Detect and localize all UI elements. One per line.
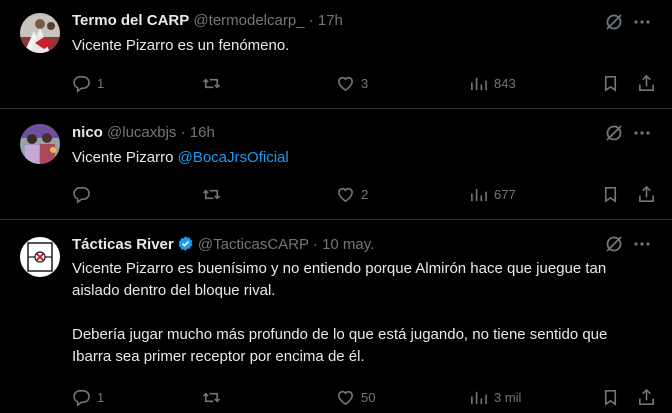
timestamp[interactable]: 16h xyxy=(190,124,215,141)
tweet-text: Vicente Pizarro @BocaJrsOficial xyxy=(72,147,289,169)
tweet-header: nico @lucaxbjs · 16h xyxy=(72,124,215,141)
avatar[interactable] xyxy=(20,13,60,53)
grok-icon[interactable] xyxy=(604,123,624,143)
grok-icon[interactable] xyxy=(604,12,624,32)
reply-count: 1 xyxy=(97,75,105,91)
heart-icon xyxy=(338,187,353,202)
text-body: Vicente Pizarro xyxy=(72,149,178,166)
more-icon[interactable] xyxy=(632,234,652,254)
share-icon xyxy=(639,185,654,202)
tweet-header: Termo del CARP @termodelcarp_ · 17h xyxy=(72,12,343,29)
retweet-icon xyxy=(202,392,221,402)
views-count: 843 xyxy=(494,75,516,91)
bookmark-button[interactable] xyxy=(601,184,620,204)
views-button[interactable]: 3 mil xyxy=(469,387,521,407)
more-icon[interactable] xyxy=(632,123,652,143)
retweet-button[interactable] xyxy=(202,73,227,93)
handle[interactable]: @lucaxbjs xyxy=(107,124,176,141)
retweet-icon xyxy=(202,189,221,199)
share-button[interactable] xyxy=(637,73,656,93)
bookmark-icon xyxy=(604,389,617,406)
views-icon xyxy=(471,77,487,90)
like-count: 50 xyxy=(361,389,376,405)
tweet-tacticasriver[interactable]: Tácticas River @TacticasCARP · 10 may. V… xyxy=(0,221,672,413)
retweet-button[interactable] xyxy=(202,387,227,407)
like-button[interactable]: 50 xyxy=(336,387,375,407)
tweet-text: Vicente Pizarro es un fenómeno. xyxy=(72,37,290,54)
share-button[interactable] xyxy=(637,387,656,407)
views-button[interactable]: 677 xyxy=(469,184,516,204)
action-bar: 1 3 843 xyxy=(72,73,654,93)
retweet-icon xyxy=(202,78,221,88)
share-icon xyxy=(639,388,654,405)
like-count: 2 xyxy=(361,186,369,202)
display-name[interactable]: nico xyxy=(72,124,103,141)
timeline: Termo del CARP @termodelcarp_ · 17h Vice… xyxy=(0,0,672,413)
bookmark-button[interactable] xyxy=(601,73,620,93)
tweet-nico[interactable]: nico @lucaxbjs · 16h Vicente Pizarro @Bo… xyxy=(0,110,672,220)
text-paragraph-2: Debería jugar mucho más profundo de lo q… xyxy=(72,326,608,365)
reply-button[interactable]: 1 xyxy=(72,73,104,93)
like-button[interactable]: 3 xyxy=(336,73,368,93)
handle[interactable]: @termodelcarp_ xyxy=(193,12,304,29)
grok-icon[interactable] xyxy=(604,234,624,254)
mention-link[interactable]: @BocaJrsOficial xyxy=(178,149,289,166)
tweet-termodelcarp[interactable]: Termo del CARP @termodelcarp_ · 17h Vice… xyxy=(0,0,672,109)
action-bar: 2 677 xyxy=(72,184,654,204)
display-name[interactable]: Termo del CARP xyxy=(72,12,189,29)
handle[interactable]: @TacticasCARP xyxy=(198,236,309,253)
avatar[interactable] xyxy=(20,124,60,164)
reply-button[interactable]: 1 xyxy=(72,387,104,407)
bookmark-button[interactable] xyxy=(601,387,620,407)
timestamp[interactable]: 17h xyxy=(318,12,343,29)
views-count: 677 xyxy=(494,186,516,202)
timestamp[interactable]: 10 may. xyxy=(322,236,374,253)
separator: · xyxy=(180,124,186,141)
reply-icon xyxy=(73,75,90,93)
reply-count: 1 xyxy=(97,389,105,405)
heart-icon xyxy=(338,76,353,91)
views-icon xyxy=(471,188,487,201)
avatar[interactable] xyxy=(20,237,60,277)
verified-badge-icon xyxy=(178,236,193,251)
reply-button[interactable] xyxy=(72,184,97,204)
heart-icon xyxy=(338,390,353,405)
bookmark-icon xyxy=(604,75,617,92)
like-button[interactable]: 2 xyxy=(336,184,368,204)
share-icon xyxy=(639,74,654,91)
text-paragraph-1: Vicente Pizarro es buenísimo y no entien… xyxy=(72,260,607,299)
retweet-button[interactable] xyxy=(202,184,227,204)
bookmark-icon xyxy=(604,186,617,203)
more-icon[interactable] xyxy=(632,12,652,32)
separator: · xyxy=(308,12,314,29)
reply-icon xyxy=(73,389,90,407)
share-button[interactable] xyxy=(637,184,656,204)
like-count: 3 xyxy=(361,75,369,91)
action-bar: 1 50 3 mil xyxy=(72,387,654,407)
tweet-text: Vicente Pizarro es buenísimo y no entien… xyxy=(72,258,632,368)
display-name[interactable]: Tácticas River xyxy=(72,236,174,253)
views-button[interactable]: 843 xyxy=(469,73,516,93)
separator: · xyxy=(312,236,318,253)
reply-icon xyxy=(73,186,90,204)
views-count: 3 mil xyxy=(494,389,522,405)
views-icon xyxy=(471,391,487,404)
tweet-header: Tácticas River @TacticasCARP · 10 may. xyxy=(72,235,374,253)
